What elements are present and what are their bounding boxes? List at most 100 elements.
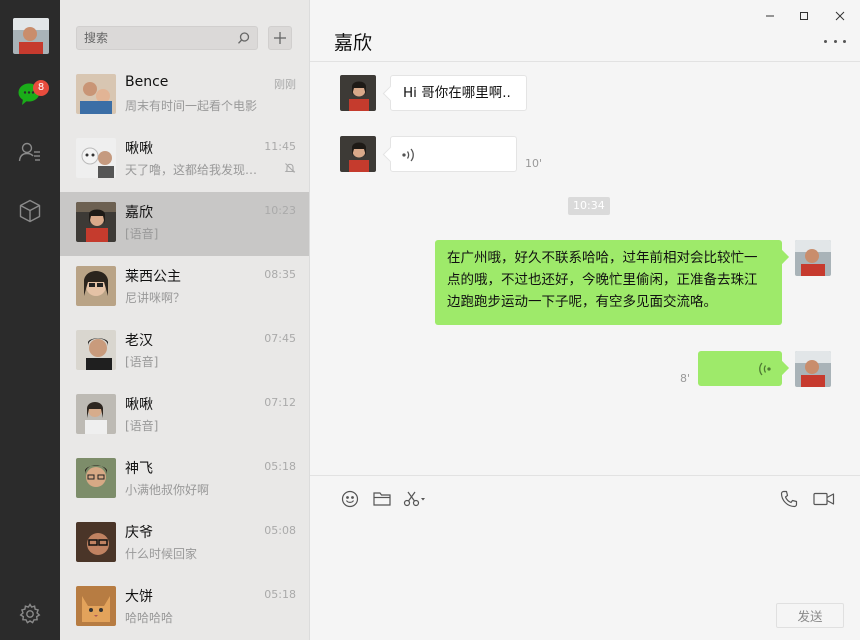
conversation-preview: 天了噜，这都给我发现哈哈哈 <box>125 163 267 177</box>
send-button[interactable]: 发送 <box>776 603 844 628</box>
message-input[interactable] <box>330 520 840 592</box>
message-bubble-outgoing[interactable]: 在广州哦，好久不联系哈哈，过年前相对会比较忙一 点的哦，不过也还好，今晚忙里偷闲… <box>435 240 782 325</box>
more-options-button[interactable] <box>824 36 846 46</box>
avatar <box>76 266 116 306</box>
more-dot-icon <box>833 39 837 43</box>
conversation-name: 老汉 <box>125 333 153 349</box>
contact-avatar[interactable] <box>340 136 376 172</box>
conversation-item[interactable]: 老汉 07:45 [语音] <box>60 320 309 384</box>
conversation-name: 大饼 <box>125 589 153 605</box>
conversation-preview: [语音] <box>125 227 159 241</box>
unread-badge: 8 <box>33 80 49 96</box>
conversation-time: 05:18 <box>264 588 296 601</box>
conversation-time: 10:23 <box>264 204 296 217</box>
plus-icon <box>274 32 286 44</box>
conversation-preview: [语音] <box>125 419 159 433</box>
add-chat-button[interactable] <box>268 26 292 50</box>
conversation-time: 05:18 <box>264 460 296 473</box>
avatar <box>76 458 116 498</box>
conversation-preview: 什么时候回家 <box>125 547 198 561</box>
my-message-avatar[interactable] <box>795 240 831 276</box>
minimize-button[interactable] <box>760 6 780 26</box>
conversation-item-active[interactable]: 嘉欣 10:23 [语音] <box>60 192 309 256</box>
conversation-item[interactable]: Bence 刚刚 周末有时间一起看个电影 <box>60 64 309 128</box>
conversation-name: Bence <box>125 74 169 90</box>
more-dot-icon <box>843 39 846 43</box>
conversation-preview: 周末有时间一起看个电影 <box>125 99 258 113</box>
conversation-name: 啾啾 <box>125 397 153 413</box>
search-box <box>76 26 258 50</box>
conversation-preview: 小满他叔你好啊 <box>125 483 210 497</box>
video-call-button[interactable] <box>812 488 836 510</box>
voice-wave-icon <box>759 362 771 376</box>
avatar <box>76 202 116 242</box>
message-text: Hi 哥你在哪里啊.. <box>403 85 511 101</box>
search-icon[interactable] <box>237 31 251 45</box>
avatar <box>76 586 116 626</box>
message-line: 点的哦，不过也还好，今晚忙里偷闲，正准备去珠江 <box>447 272 758 288</box>
close-button[interactable] <box>830 6 850 26</box>
contacts-icon <box>18 142 40 162</box>
search-input[interactable] <box>77 27 237 49</box>
conversation-item[interactable]: 啾啾 11:45 天了噜，这都给我发现哈哈哈 <box>60 128 309 192</box>
gear-icon <box>19 603 41 624</box>
conversation-time: 11:45 <box>264 140 296 153</box>
settings-button[interactable] <box>0 594 60 634</box>
message-bubble-incoming[interactable]: Hi 哥你在哪里啊.. <box>390 75 527 111</box>
nav-chats[interactable] <box>0 74 60 114</box>
conversation-item[interactable]: 神飞 05:18 小满他叔你好啊 <box>60 448 309 512</box>
avatar <box>76 394 116 434</box>
conversation-name: 庆爷 <box>125 525 153 541</box>
maximize-icon <box>800 12 808 20</box>
voice-wave-icon <box>402 148 414 162</box>
voice-duration: 10' <box>525 157 543 170</box>
voice-message-outgoing[interactable] <box>698 351 782 386</box>
send-file-button[interactable] <box>371 488 393 510</box>
conversation-name: 啾啾 <box>125 141 153 157</box>
emoji-button[interactable] <box>339 488 361 510</box>
avatar <box>76 74 116 114</box>
conversation-item[interactable]: 大饼 05:18 哈哈哈哈 <box>60 576 309 640</box>
chat-pane: 嘉欣 Hi 哥你在哪里啊.. 10' 10:34 在广州哦，好久不联系哈哈，过年… <box>310 0 860 640</box>
scissors-icon <box>403 491 425 507</box>
message-line: 在广州哦，好久不联系哈哈，过年前相对会比较忙一 <box>447 250 758 266</box>
avatar <box>76 522 116 562</box>
nav-contacts[interactable] <box>0 132 60 172</box>
conversation-preview: 尼讲咪啊？ <box>125 291 186 305</box>
voice-message-incoming[interactable] <box>390 136 517 172</box>
more-dot-icon <box>824 39 827 43</box>
folder-icon <box>373 492 391 506</box>
my-avatar[interactable] <box>13 18 49 54</box>
contact-avatar[interactable] <box>340 75 376 111</box>
conversation-name: 神飞 <box>125 461 153 477</box>
nav-favorites[interactable] <box>0 191 60 231</box>
voice-call-button[interactable] <box>778 488 800 510</box>
chat-title: 嘉欣 <box>334 32 373 54</box>
screenshot-button[interactable] <box>402 488 428 510</box>
conversation-item[interactable]: 庆爷 05:08 什么时候回家 <box>60 512 309 576</box>
phone-icon <box>780 490 798 508</box>
avatar <box>76 138 116 178</box>
timestamp-divider: 10:34 <box>568 197 610 215</box>
conversation-time: 07:45 <box>264 332 296 345</box>
conversation-list: Bence 刚刚 周末有时间一起看个电影 啾啾 11:45 天了噜，这都给我发现… <box>60 0 310 640</box>
conversation-name: 莱西公主 <box>125 269 181 285</box>
maximize-button[interactable] <box>794 6 814 26</box>
avatar <box>76 330 116 370</box>
conversation-time: 08:35 <box>264 268 296 281</box>
conversation-preview: [语音] <box>125 355 159 369</box>
conversation-name: 嘉欣 <box>125 205 153 221</box>
composer: 发送 <box>310 475 860 640</box>
cube-icon <box>19 199 41 223</box>
conversation-item[interactable]: 啾啾 07:12 [语音] <box>60 384 309 448</box>
conversation-time: 刚刚 <box>274 78 296 91</box>
mute-bell-icon <box>284 163 296 173</box>
conversation-item[interactable]: 莱西公主 08:35 尼讲咪啊？ <box>60 256 309 320</box>
my-message-avatar[interactable] <box>795 351 831 387</box>
minimize-icon <box>766 15 774 17</box>
conversation-time: 05:08 <box>264 524 296 537</box>
message-line: 边跑跑步运动一下子呢，有空多见面交流咯。 <box>447 294 717 310</box>
chat-header: 嘉欣 <box>310 0 860 62</box>
conversation-time: 07:12 <box>264 396 296 409</box>
nav-rail: 8 <box>0 0 60 640</box>
